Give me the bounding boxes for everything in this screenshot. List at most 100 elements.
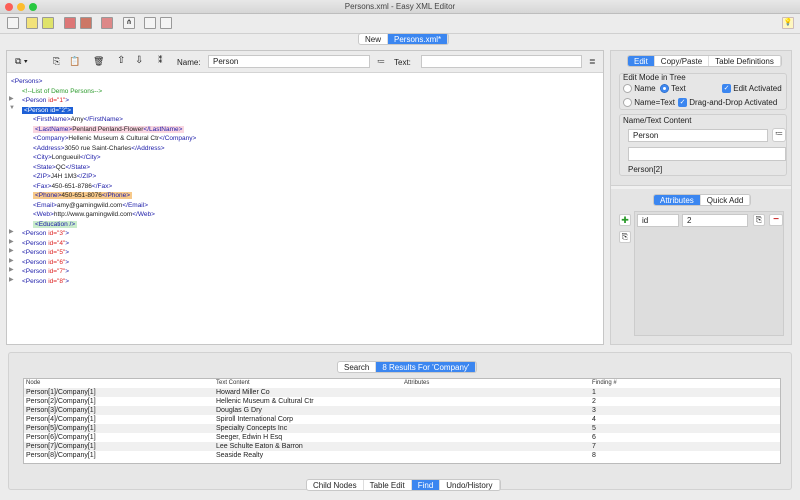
- edit-mode-title: Edit Mode in Tree: [623, 73, 686, 82]
- list-icon[interactable]: ≔: [772, 128, 786, 142]
- delete-icon[interactable]: 🗑: [93, 56, 104, 67]
- tree-node[interactable]: <Fax>450-651-8786</Fax>: [33, 182, 112, 191]
- zoom-window-button[interactable]: [29, 3, 37, 11]
- move-up-icon[interactable]: ⇧: [117, 55, 125, 66]
- expand-arrow-icon[interactable]: ▶: [9, 257, 14, 264]
- tab-persons-xml[interactable]: Persons.xml*: [388, 34, 449, 44]
- tree-node[interactable]: <!--List of Demo Persons-->: [22, 87, 102, 96]
- tree-structure-icon[interactable]: ⋔: [123, 17, 135, 29]
- tab-undo-history[interactable]: Undo/History: [440, 480, 500, 490]
- tree-node[interactable]: <Person id="3">: [22, 229, 69, 238]
- name-input[interactable]: Person: [208, 55, 370, 68]
- expand-arrow-icon[interactable]: ▶: [9, 276, 14, 283]
- save-as-icon[interactable]: [80, 17, 92, 29]
- open-file-icon[interactable]: [26, 17, 38, 29]
- xml-tag: <LastName>: [35, 125, 73, 133]
- table-row[interactable]: Person[6]/Company[1] Seeger, Edwin H Esq 6: [24, 433, 780, 442]
- copy-attribute-button[interactable]: ⎘: [619, 231, 631, 243]
- tree-node[interactable]: <Web>http://www.gamingwild.com</Web>: [33, 210, 155, 219]
- text-input[interactable]: [421, 55, 582, 68]
- copy-icon[interactable]: ⎘: [753, 214, 765, 226]
- content-name-input[interactable]: Person: [628, 129, 768, 142]
- tree-node[interactable]: <LastName>Penland Penland-Flower</LastNa…: [33, 125, 185, 134]
- tree-node[interactable]: <Person id="8">: [22, 277, 69, 286]
- tree-node[interactable]: <Person id="2">: [22, 106, 74, 115]
- copy-icon[interactable]: ⎘: [53, 56, 60, 67]
- tree-node[interactable]: <ZIP>J4H 1M3</ZIP>: [33, 172, 96, 181]
- table-row[interactable]: Person[4]/Company[1] Spiroll Internationa…: [24, 415, 780, 424]
- attribute-name-cell[interactable]: id: [637, 214, 679, 227]
- table-row[interactable]: Person[2]/Company[1] Hellenic Museum & Cu…: [24, 397, 780, 406]
- col-text-content[interactable]: Text Content: [214, 379, 402, 388]
- radio-name-label: Name: [634, 84, 656, 93]
- add-attribute-icon[interactable]: ⁑: [158, 55, 163, 66]
- tree-node[interactable]: <City>Longueuil</City>: [33, 153, 101, 162]
- add-node-icon[interactable]: ⧉ ▾: [15, 56, 28, 67]
- col-attributes[interactable]: Attributes: [402, 379, 590, 388]
- tree-node[interactable]: <Email>amy@gamingwild.com</Email>: [33, 201, 148, 210]
- tree-node-label: <Email>amy@gamingwild.com</Email>: [33, 202, 148, 209]
- list-icon[interactable]: ≔: [377, 57, 385, 66]
- edit-activated-checkbox[interactable]: ✓ Edit Activated: [722, 84, 782, 94]
- paste-icon[interactable]: 📋: [69, 56, 80, 67]
- minimize-window-button[interactable]: [17, 3, 25, 11]
- radio-name[interactable]: Name: [623, 84, 656, 94]
- tab-copy-paste[interactable]: Copy/Paste: [655, 56, 710, 66]
- col-finding[interactable]: Finding #: [590, 379, 780, 388]
- collapse-arrow-icon[interactable]: ▼: [9, 105, 15, 111]
- expand-arrow-icon[interactable]: ▶: [9, 228, 14, 235]
- tree-node[interactable]: <Persons>: [11, 77, 42, 86]
- lightbulb-icon[interactable]: 💡: [782, 17, 794, 29]
- tab-search[interactable]: Search: [338, 362, 377, 372]
- tab-quick-add[interactable]: Quick Add: [701, 195, 751, 205]
- table-row[interactable]: Person[3]/Company[1] Douglas G Dry 3: [24, 406, 780, 415]
- col-node[interactable]: Node: [24, 379, 214, 388]
- table-row[interactable]: Person[8]/Company[1] Seaside Realty 8: [24, 451, 780, 460]
- tree-node[interactable]: <Person id="4">: [22, 239, 69, 248]
- move-down-icon[interactable]: ⇩: [135, 55, 143, 66]
- table-row[interactable]: Person[7]/Company[1] Lee Schulte Eaton & …: [24, 442, 780, 451]
- tree-node[interactable]: <Person id="6">: [22, 258, 69, 267]
- tree-node[interactable]: <Education />: [33, 220, 78, 229]
- drag-and-drop-checkbox[interactable]: ✓ Drag-and-Drop Activated: [678, 98, 777, 108]
- tree-node[interactable]: <Phone>450-651-8076</Phone>: [33, 191, 133, 200]
- tree-node[interactable]: <Person id="5">: [22, 248, 69, 257]
- new-file-icon[interactable]: [7, 17, 19, 29]
- remove-attribute-button[interactable]: −: [769, 214, 783, 226]
- tree-node[interactable]: <Person id="7">: [22, 267, 69, 276]
- tab-find[interactable]: Find: [411, 480, 441, 490]
- tree-node[interactable]: <Address>3050 rue Saint-Charles</Address…: [33, 144, 165, 153]
- expand-arrow-icon[interactable]: ▶: [9, 238, 14, 245]
- tree-node[interactable]: <Company>Hellenic Museum & Cultural Ctr<…: [33, 134, 196, 143]
- tab-child-nodes[interactable]: Child Nodes: [307, 480, 364, 490]
- close-window-button[interactable]: [5, 3, 13, 11]
- splitter[interactable]: [611, 185, 791, 189]
- radio-name-eq-text[interactable]: Name=Text: [623, 98, 675, 108]
- expand-arrow-icon[interactable]: ▶: [9, 266, 14, 273]
- import-icon[interactable]: [144, 17, 156, 29]
- align-icon[interactable]: ≣: [589, 57, 596, 66]
- tab-table-edit[interactable]: Table Edit: [364, 480, 412, 490]
- save-icon[interactable]: [64, 17, 76, 29]
- expand-arrow-icon[interactable]: ▶: [9, 247, 14, 254]
- export-icon[interactable]: [101, 17, 113, 29]
- document-icon[interactable]: [160, 17, 172, 29]
- table-row[interactable]: Person[1]/Company[1] Howard Miller Co 1: [24, 388, 780, 397]
- table-row[interactable]: Person[5]/Company[1] Specialty Concepts I…: [24, 424, 780, 433]
- add-attribute-button[interactable]: ✚: [619, 214, 631, 226]
- tab-table-definitions[interactable]: Table Definitions: [709, 56, 781, 66]
- content-text-input[interactable]: [628, 147, 786, 161]
- radio-text[interactable]: Text: [660, 84, 686, 94]
- tab-results[interactable]: 8 Results For 'Company': [376, 362, 477, 372]
- tab-edit[interactable]: Edit: [628, 56, 655, 66]
- tree-node[interactable]: <Person id="1">: [22, 96, 69, 105]
- open-folder-icon[interactable]: [42, 17, 54, 29]
- tree-node[interactable]: <FirstName>Amy</FirstName>: [33, 115, 123, 124]
- xml-tag: <Person: [22, 239, 49, 247]
- expand-arrow-icon[interactable]: ▶: [9, 95, 14, 102]
- attribute-value-cell[interactable]: 2: [682, 214, 748, 227]
- tab-attributes[interactable]: Attributes: [654, 195, 701, 205]
- tab-new[interactable]: New: [359, 34, 389, 44]
- tree-node[interactable]: <State>QC</State>: [33, 163, 90, 172]
- horizontal-splitter[interactable]: [0, 346, 800, 350]
